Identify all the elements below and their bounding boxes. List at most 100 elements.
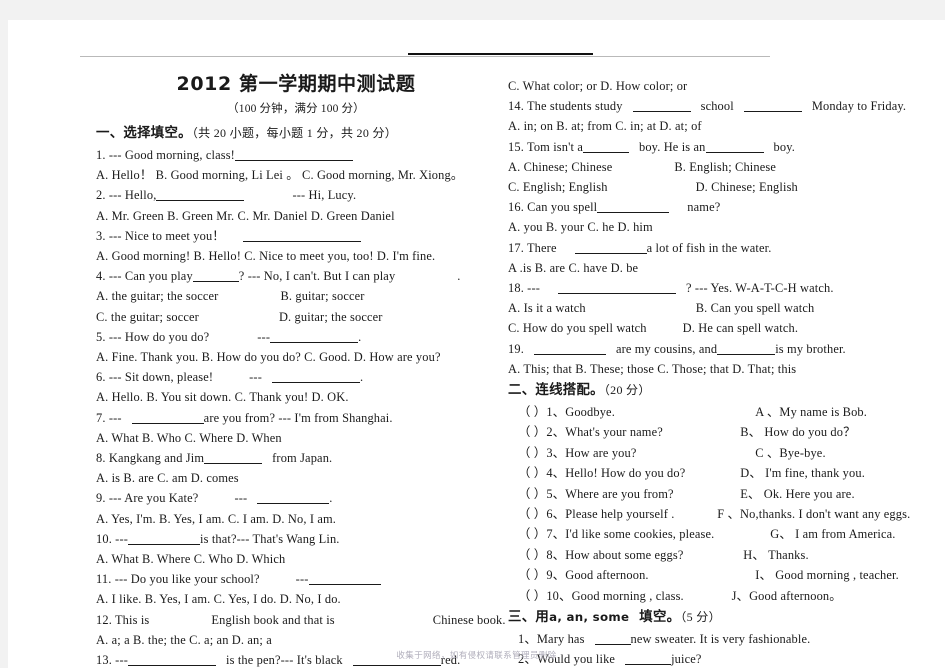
match-row: （ ）8、How about some eggs? H、 Thanks. [508, 545, 938, 565]
q11-stem-tail: --- [295, 572, 309, 587]
q18-blank [558, 282, 677, 295]
q6-stem-text: 6. --- Sit down, please! [96, 370, 214, 385]
question-9-stem: 9. --- Are you Kate? ---. [96, 491, 333, 506]
q17-stem-tail: a lot of fish in the water. [646, 240, 772, 255]
match-3-number: （ ）3、 [518, 445, 566, 460]
question-10-stem: 10. --- is that?--- That's Wang Lin. [96, 529, 496, 549]
q8-stem-text: 8. Kangkang and Jim [96, 451, 205, 466]
section-two-heading-bold: 二、连线搭配。 [508, 383, 604, 399]
section-one-heading-bold: 一、选择填空。 [96, 126, 192, 141]
section-one-heading: 一、选择填空。（共 20 小题，每小题 1 分，共 20 分） [96, 122, 496, 145]
footer-watermark: 收集于网络，如有侵权请联系管理员删除 [396, 651, 557, 661]
match-row: （ ）3、How are you? C 、Bye-bye. [508, 443, 938, 463]
question-15-option-ab: A. Chinese; Chinese B. English; Chinese [508, 157, 938, 177]
q9-blank [257, 492, 330, 505]
match-row: （ ）9、Good afternoon. I、 Good morning , te… [508, 565, 938, 585]
q12-stem-tail: Chinese book. [432, 612, 506, 627]
question-19-options: A. This; that B. These; those C. Those; … [508, 361, 797, 376]
question-3-stem: 3. --- Nice to meet you！ [96, 226, 496, 246]
q4-stem-tail: ? --- No, I can't. But I can play [238, 269, 396, 284]
q15-blank-2 [705, 141, 764, 153]
q16-blank [597, 201, 670, 214]
q4-option-a: A. the guitar; the soccer [96, 289, 219, 304]
q4-option-d: D. guitar; the soccer [278, 309, 383, 324]
section-three-heading-latin: a, an, some [549, 610, 630, 625]
q4-blank-1 [192, 270, 239, 283]
q11-stem-text: 11. --- Do you like your school? [96, 572, 260, 587]
match-row: （ ）10、Good morning , class. J、Good aftern… [508, 586, 938, 606]
match-9-right: I、 Good morning , teacher. [755, 568, 899, 583]
match-9-left: Good afternoon. [565, 568, 649, 583]
q4-option-b: B. guitar; soccer [280, 289, 365, 304]
question-6-stem: 6. --- Sit down, please! ---. [96, 370, 364, 385]
question-12-stem: 12. This is English book and that is Chine… [96, 610, 505, 630]
question-11-stem: 11. --- Do you like your school? --- [96, 569, 496, 589]
q5-stem-text: 5. --- How do you do? [96, 329, 210, 344]
q3-stem-text: 3. --- Nice to meet you！ [96, 228, 225, 243]
match-2-right: B、 How do you do？ [740, 425, 856, 440]
match-7-left: I'd like some cookies, please. [565, 527, 715, 542]
match-5-left: Where are you from? [565, 486, 674, 501]
q18-option-b: B. Can you spell watch [695, 301, 815, 316]
q7-stem-tail: are you from? --- I'm from Shanghai. [203, 410, 393, 425]
page-title: 2012 第一学期期中测试题 [176, 73, 416, 95]
match-row: （ ）4、Hello! How do you do? D、 I'm fine, t… [508, 463, 938, 483]
match-8-number: （ ）8、 [518, 547, 566, 562]
fill-item-1: 1、Mary has new sweater. It is very fashio… [508, 629, 938, 649]
q17-blank [574, 242, 647, 254]
match-1-number: （ ）1、 [518, 405, 566, 420]
q12-stem-text: 12. This is [96, 612, 150, 627]
match-row: （ ）2、What's your name? B、 How do you do？ [508, 422, 938, 442]
match-2-number: （ ）2、 [518, 425, 566, 440]
match-6-number: （ ）6、 [518, 507, 566, 522]
question-4-option-cd: C. the guitar; soccer D. guitar; the socc… [96, 307, 496, 327]
q6-stem-tail: --- [249, 370, 262, 385]
q1-stem-text: 1. --- Good morning, class! [96, 148, 235, 162]
question-2-options: A. Mr. Green B. Green Mr. C. Mr. Daniel … [96, 208, 395, 223]
q18-option-d: D. He can spell watch. [682, 321, 799, 336]
q4-option-c: C. the guitar; soccer [96, 309, 199, 324]
match-9-number: （ ）9、 [518, 568, 566, 583]
question-7-stem: 7. --- are you from? --- I'm from Shangha… [96, 408, 496, 428]
question-16-options: A. you B. your C. he D. him [508, 220, 653, 235]
match-4-right: D、 I'm fine, thank you. [740, 466, 865, 481]
fill-1-after: new sweater. It is very fashionable. [630, 632, 811, 647]
match-10-left: Good morning , class. [571, 588, 684, 603]
q3-blank [242, 230, 361, 242]
q14-stem-tail: Monday to Friday. [811, 99, 907, 114]
fill-1-before: 1、Mary has [518, 632, 585, 647]
q19-blank-2 [717, 343, 776, 355]
question-8-stem: 8. Kangkang and Jim from Japan. [96, 448, 496, 468]
right-column: C. What color; or D. How color; or 14. T… [508, 76, 938, 668]
header-blank-underline [408, 53, 593, 55]
q16-stem-text: 16. Can you spell [508, 200, 598, 215]
q14-blank-1 [632, 100, 691, 113]
q2-stem-text: 2. --- Hello, [96, 188, 157, 203]
question-18-option-cd: C. How do you spell watch D. He can spell… [508, 318, 938, 338]
match-row: （ ）6、Please help yourself . F 、No,thanks.… [508, 504, 938, 524]
match-1-right: A 、My name is Bob. [755, 405, 868, 420]
section-three-heading-rest: （5 分） [680, 610, 721, 625]
match-6-right: F 、No,thanks. I don't want any eggs. [717, 507, 911, 522]
q6-blank [272, 371, 360, 384]
section-two-heading: 二、连线搭配。（20 分） [508, 379, 938, 402]
q15-option-c: C. English; English [508, 180, 608, 195]
question-3-options: A. Good morning! B. Hello! C. Nice to me… [96, 249, 436, 264]
question-5-options: A. Fine. Thank you. B. How do you do? C.… [96, 350, 441, 365]
question-15-option-cd: C. English; English D. Chinese; English [508, 177, 938, 197]
q19-stem-text: 19. [508, 341, 524, 356]
match-3-left: How are you? [565, 445, 637, 460]
question-14-stem: 14. The students study school Monday to Fr… [508, 96, 938, 116]
q11-blank [308, 573, 381, 586]
q15-option-d: D. Chinese; English [695, 180, 798, 195]
question-12-options: A. a; a B. the; the C. a; an D. an; a [96, 632, 272, 647]
match-7-right: G、 I am from America. [770, 527, 896, 542]
q15-stem-text: 15. Tom isn't a [508, 139, 583, 154]
q5-stem-tail: --- [257, 329, 271, 344]
question-16-stem: 16. Can you spell name? [508, 197, 938, 217]
q10-blank [128, 533, 201, 545]
match-10-right: J、Good afternoon。 [731, 588, 842, 603]
q10-stem-tail: is that?--- That's Wang Lin. [200, 531, 340, 546]
match-2-left: What's your name? [565, 425, 663, 440]
question-1-options: A. Hello！ B. Good morning, Li Lei 。 C. G… [96, 168, 464, 183]
